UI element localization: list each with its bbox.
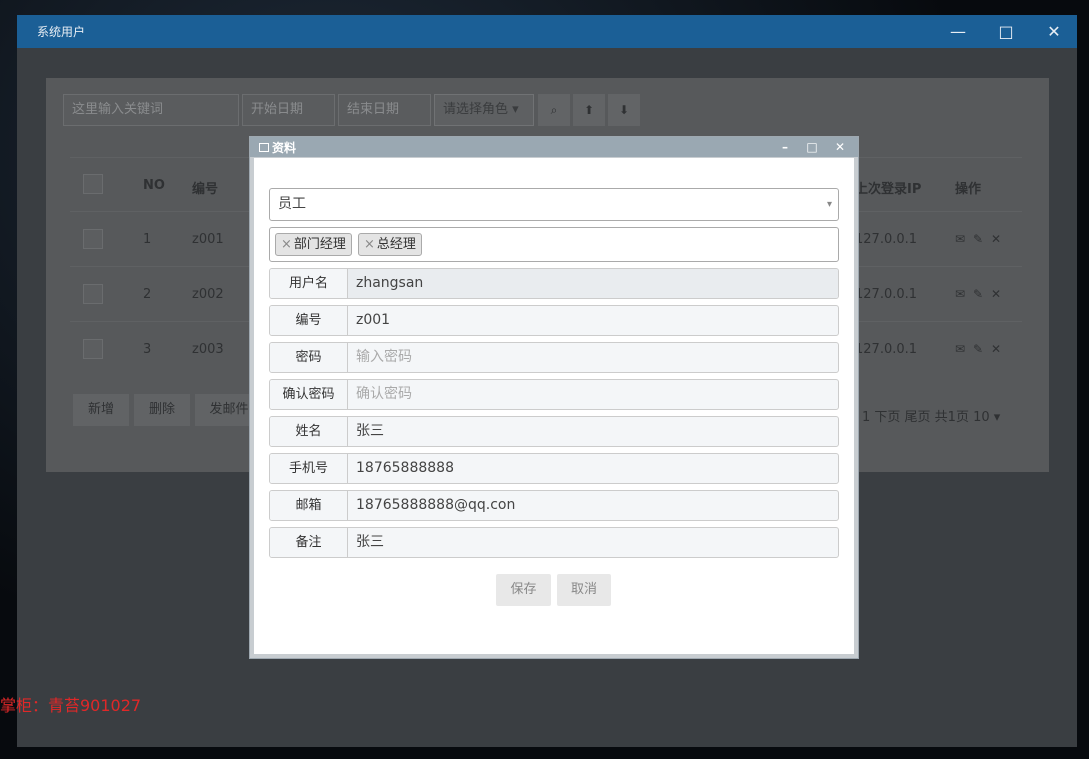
- chevron-down-icon: ▾: [826, 199, 832, 210]
- code-field[interactable]: [348, 306, 838, 335]
- mail-icon[interactable]: ✉: [955, 232, 965, 246]
- row-code: z002: [192, 287, 224, 302]
- email-label: 邮箱: [270, 491, 348, 520]
- dialog-body: 员工 ▾ ×部门经理 ×总经理 用户名 编号 密码 确认密码: [254, 158, 854, 654]
- password-row: 密码: [269, 342, 839, 373]
- edit-icon[interactable]: ✎: [973, 342, 983, 356]
- edit-icon[interactable]: ✎: [973, 287, 983, 301]
- edit-icon[interactable]: ✎: [973, 232, 983, 246]
- keyword-search-input[interactable]: 这里输入关键词: [63, 94, 239, 126]
- name-row: 姓名: [269, 416, 839, 447]
- window-titlebar: 系统用户 — □ ✕: [17, 15, 1077, 48]
- note-field[interactable]: [348, 528, 838, 557]
- username-row: 用户名: [269, 268, 839, 299]
- chevron-down-icon: ▾: [512, 102, 519, 117]
- note-row: 备注: [269, 527, 839, 558]
- confirm-password-label: 确认密码: [270, 380, 348, 409]
- mail-icon[interactable]: ✉: [955, 342, 965, 356]
- minimize-button[interactable]: —: [947, 21, 969, 43]
- username-field[interactable]: [348, 269, 838, 298]
- delete-icon[interactable]: ✕: [991, 342, 1001, 356]
- cancel-button[interactable]: 取消: [557, 574, 611, 606]
- username-label: 用户名: [270, 269, 348, 298]
- remove-tag-icon[interactable]: ×: [281, 237, 292, 252]
- header-no: NO: [143, 178, 165, 193]
- close-button[interactable]: ✕: [1043, 21, 1065, 43]
- profile-dialog: 资料 – □ ✕ 员工 ▾ ×部门经理 ×总经理 用户名 编号 密码: [249, 136, 859, 659]
- end-date-input[interactable]: 结束日期: [338, 94, 431, 126]
- add-button[interactable]: 新增: [73, 394, 129, 426]
- role-tag-label: 总经理: [376, 237, 416, 252]
- name-label: 姓名: [270, 417, 348, 446]
- mail-icon[interactable]: ✉: [955, 287, 965, 301]
- row-checkbox[interactable]: [83, 339, 103, 359]
- phone-row: 手机号: [269, 453, 839, 484]
- delete-icon[interactable]: ✕: [991, 232, 1001, 246]
- row-code: z003: [192, 342, 224, 357]
- cloud-upload-icon[interactable]: ⬆: [573, 94, 605, 126]
- name-field[interactable]: [348, 417, 838, 446]
- dialog-titlebar: 资料 – □ ✕: [250, 137, 858, 157]
- role-filter-select[interactable]: 请选择角色 ▾: [434, 94, 534, 126]
- role-tag: × 总经理: [358, 233, 422, 256]
- pagination[interactable]: 1 下页 尾页 共1页 10 ▾: [862, 406, 1000, 425]
- window-icon: [259, 143, 269, 152]
- row-ip: 127.0.0.1: [855, 287, 918, 302]
- user-type-value: 员工: [278, 196, 306, 212]
- row-ip: 127.0.0.1: [855, 342, 918, 357]
- roles-multiselect[interactable]: × 部门经理 × 总经理: [269, 227, 839, 262]
- dialog-maximize-button[interactable]: □: [804, 137, 820, 157]
- phone-label: 手机号: [270, 454, 348, 483]
- email-row: 邮箱: [269, 490, 839, 521]
- confirm-password-row: 确认密码: [269, 379, 839, 410]
- phone-field[interactable]: [348, 454, 838, 483]
- watermark-text: 掌柜：青苔901027: [0, 696, 142, 715]
- maximize-button[interactable]: □: [995, 21, 1017, 43]
- window-title: 系统用户: [37, 25, 86, 39]
- row-no: 3: [143, 342, 152, 357]
- row-checkbox[interactable]: [83, 284, 103, 304]
- dialog-title: 资料: [272, 141, 297, 155]
- code-row: 编号: [269, 305, 839, 336]
- row-no: 2: [143, 287, 152, 302]
- cloud-download-icon[interactable]: ⬇: [608, 94, 640, 126]
- dialog-minimize-button[interactable]: –: [777, 137, 793, 157]
- dialog-close-button[interactable]: ✕: [832, 137, 848, 157]
- select-all-checkbox[interactable]: [83, 174, 103, 194]
- search-icon[interactable]: ⌕: [538, 94, 570, 126]
- row-no: 1: [143, 232, 152, 247]
- confirm-password-field[interactable]: [348, 380, 838, 409]
- header-last-ip: 上次登录IP: [855, 182, 922, 197]
- email-field[interactable]: [348, 491, 838, 520]
- save-button[interactable]: 保存: [496, 574, 551, 606]
- row-checkbox[interactable]: [83, 229, 103, 249]
- role-filter-label: 请选择角色: [443, 102, 509, 117]
- delete-button[interactable]: 删除: [134, 394, 190, 426]
- password-label: 密码: [270, 343, 348, 372]
- delete-icon[interactable]: ✕: [991, 287, 1001, 301]
- code-label: 编号: [270, 306, 348, 335]
- password-field[interactable]: [348, 343, 838, 372]
- row-code: z001: [192, 232, 224, 247]
- row-ip: 127.0.0.1: [855, 232, 918, 247]
- role-tag-label: 部门经理: [293, 237, 346, 252]
- role-tag: × 部门经理: [275, 233, 352, 256]
- note-label: 备注: [270, 528, 348, 557]
- remove-tag-icon[interactable]: ×: [364, 237, 375, 252]
- user-type-select[interactable]: 员工 ▾: [269, 188, 839, 221]
- start-date-input[interactable]: 开始日期: [242, 94, 335, 126]
- header-actions: 操作: [955, 182, 982, 197]
- header-code: 编号: [192, 182, 219, 197]
